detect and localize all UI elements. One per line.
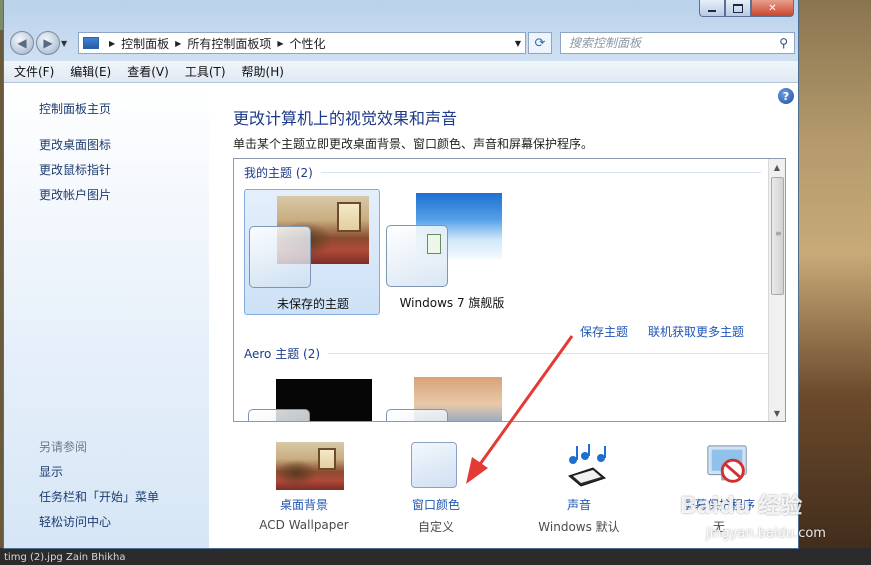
page-title: 更改计算机上的视觉效果和声音 xyxy=(233,109,458,128)
desktop-background-value: ACD Wallpaper xyxy=(259,518,349,532)
group-divider xyxy=(328,353,769,354)
theme-tile-aero-1[interactable] xyxy=(244,375,380,421)
sign-shape xyxy=(427,234,441,254)
aero-theme-1-color-swatch xyxy=(248,409,310,421)
desktop-background-right xyxy=(797,0,871,565)
menu-help[interactable]: 帮助(H) xyxy=(242,63,284,80)
breadcrumb-personalization[interactable]: 个性化 xyxy=(290,35,326,52)
room-window-shape xyxy=(337,202,361,232)
forward-arrow-icon: ▶ xyxy=(43,36,53,50)
address-bar[interactable]: ▶ 控制面板 ▶ 所有控制面板项 ▶ 个性化 ▼ xyxy=(78,32,526,54)
save-theme-link[interactable]: 保存主题 xyxy=(580,323,628,340)
theme-tile-aero-2[interactable] xyxy=(384,375,520,421)
main-content: ? 更改计算机上的视觉效果和声音 单击某个主题立即更改桌面背景、窗口颜色、声音和… xyxy=(209,83,798,548)
my-themes-label: 我的主题 (2) xyxy=(244,166,313,180)
breadcrumb-arrow-icon[interactable]: ▶ xyxy=(175,39,181,48)
unsaved-theme-color-swatch xyxy=(249,226,311,288)
grip-icon: ≡ xyxy=(775,229,782,238)
desktop-background-bottom xyxy=(0,548,871,565)
baidu-watermark-logo: Baidu 经验 xyxy=(680,494,803,519)
taskbar-start-menu-link[interactable]: 任务栏和「开始」菜单 xyxy=(39,488,159,505)
theme-list-scrollbar[interactable]: ▲ ≡ ▼ xyxy=(768,159,785,421)
window-color-link[interactable]: 窗口颜色 xyxy=(381,496,491,513)
windows7-theme-color-swatch xyxy=(386,225,448,287)
search-icon[interactable]: ⚲ xyxy=(779,36,788,50)
back-arrow-icon: ◀ xyxy=(17,36,27,50)
theme-list: 我的主题 (2) 未保存的主题 Windows 7 旗舰版 保存主题 联机获取更… xyxy=(233,158,786,422)
see-also-heading: 另请参阅 xyxy=(39,440,88,454)
change-desktop-icons-link[interactable]: 更改桌面图标 xyxy=(39,136,111,153)
theme-tile-unsaved[interactable]: 未保存的主题 xyxy=(244,189,380,315)
search-input[interactable] xyxy=(567,35,761,51)
theme-tile-windows7-ultimate[interactable]: Windows 7 旗舰版 xyxy=(384,189,520,315)
sound-notes-icon xyxy=(567,444,607,487)
menu-view[interactable]: 查看(V) xyxy=(127,63,169,80)
get-more-themes-link[interactable]: 联机获取更多主题 xyxy=(648,323,744,340)
back-button[interactable]: ◀ xyxy=(10,31,34,55)
page-description: 单击某个主题立即更改桌面背景、窗口颜色、声音和屏幕保护程序。 xyxy=(233,137,594,151)
menu-file[interactable]: 文件(F) xyxy=(14,63,54,80)
aero-themes-label: Aero 主题 (2) xyxy=(244,347,321,361)
close-icon: ✕ xyxy=(768,2,777,14)
desktop-background-link[interactable]: 桌面背景 xyxy=(249,496,359,513)
address-dropdown-icon[interactable]: ▼ xyxy=(515,39,521,48)
breadcrumb-all-items[interactable]: 所有控制面板项 xyxy=(187,35,271,52)
personalization-window: ✕ ◀ ▶ ▼ ▶ 控制面板 ▶ 所有控制面板项 ▶ 个性化 ▼ ⟳ ⚲ 文件(… xyxy=(3,0,799,549)
aero-themes-header: Aero 主题 (2) xyxy=(244,345,769,362)
refresh-icon: ⟳ xyxy=(534,35,546,51)
forward-button[interactable]: ▶ xyxy=(36,31,60,55)
my-themes-header: 我的主题 (2) xyxy=(244,164,761,181)
group-divider xyxy=(320,172,761,173)
desktop-background-thumbnail xyxy=(276,442,344,490)
control-panel-icon xyxy=(83,37,99,49)
breadcrumb-arrow-icon[interactable]: ▶ xyxy=(109,39,115,48)
room-window-shape xyxy=(318,448,336,470)
window-color-swatch xyxy=(411,442,457,488)
ease-of-access-link[interactable]: 轻松访问中心 xyxy=(39,513,111,530)
maximize-icon xyxy=(733,3,743,13)
screen-saver-icon xyxy=(707,445,747,483)
close-button[interactable]: ✕ xyxy=(751,0,794,17)
task-pane: 控制面板主页 更改桌面图标 更改鼠标指针 更改帐户图片 另请参阅 显示 任务栏和… xyxy=(4,83,209,548)
breadcrumb-arrow-icon[interactable]: ▶ xyxy=(277,39,283,48)
breadcrumb-control-panel[interactable]: 控制面板 xyxy=(121,35,169,52)
desktop-file-label: timg (2).jpg Zain Bhikha xyxy=(4,552,126,563)
window-color-setting[interactable]: 窗口颜色 自定义 xyxy=(381,438,491,538)
theme-label: Windows 7 旗舰版 xyxy=(399,296,505,310)
recent-pages-dropdown[interactable]: ▼ xyxy=(61,39,67,48)
minimize-button[interactable] xyxy=(699,0,725,17)
display-link[interactable]: 显示 xyxy=(39,463,63,480)
menu-tools[interactable]: 工具(T) xyxy=(185,63,226,80)
theme-label: 未保存的主题 xyxy=(276,297,349,311)
search-box[interactable]: ⚲ xyxy=(560,32,795,54)
menu-edit[interactable]: 编辑(E) xyxy=(70,63,111,80)
baidu-watermark-url: jingyan.baidu.com xyxy=(706,526,826,541)
maximize-button[interactable] xyxy=(725,0,751,17)
change-account-picture-link[interactable]: 更改帐户图片 xyxy=(39,186,111,203)
scroll-down-icon[interactable]: ▼ xyxy=(769,405,785,421)
refresh-button[interactable]: ⟳ xyxy=(528,32,552,54)
minimize-icon xyxy=(708,10,716,12)
scroll-thumb[interactable]: ≡ xyxy=(771,177,784,295)
desktop-background-setting[interactable]: 桌面背景 ACD Wallpaper xyxy=(249,438,359,538)
sounds-setting[interactable]: 声音 Windows 默认 xyxy=(524,438,634,538)
sounds-value: Windows 默认 xyxy=(538,520,620,534)
aero-theme-2-color-swatch xyxy=(386,409,448,421)
control-panel-home-link[interactable]: 控制面板主页 xyxy=(39,100,111,117)
window-color-value: 自定义 xyxy=(417,520,454,534)
sounds-link[interactable]: 声音 xyxy=(524,496,634,513)
caption-buttons: ✕ xyxy=(699,0,794,18)
help-icon[interactable]: ? xyxy=(778,88,794,104)
menu-bar: 文件(F) 编辑(E) 查看(V) 工具(T) 帮助(H) xyxy=(4,61,798,83)
scroll-up-icon[interactable]: ▲ xyxy=(769,159,785,175)
change-mouse-pointers-link[interactable]: 更改鼠标指针 xyxy=(39,161,111,178)
navigation-bar: ◀ ▶ ▼ ▶ 控制面板 ▶ 所有控制面板项 ▶ 个性化 ▼ ⟳ ⚲ xyxy=(4,28,798,58)
